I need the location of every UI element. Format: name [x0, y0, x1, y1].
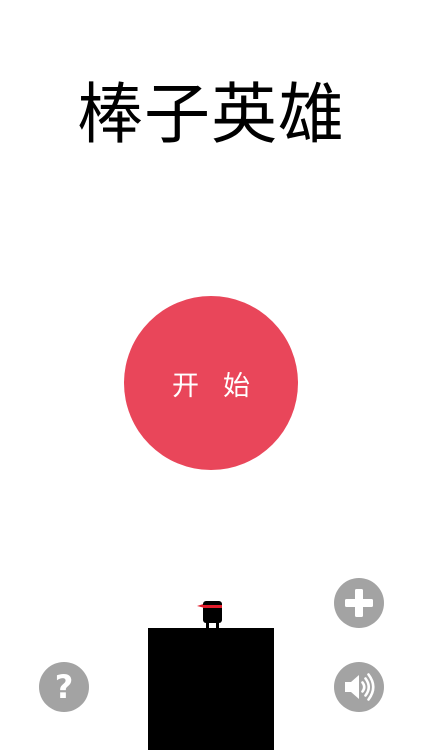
plus-icon [345, 589, 373, 617]
add-button[interactable] [334, 578, 384, 628]
pillar-platform [148, 628, 274, 750]
game-title: 棒子英雄 [77, 76, 345, 153]
speaker-icon [345, 673, 375, 701]
start-button[interactable]: 开始 [124, 296, 298, 470]
sound-button[interactable] [334, 662, 384, 712]
question-mark-icon: ? [54, 668, 74, 706]
stick-hero-character [197, 601, 222, 629]
help-button[interactable]: ? [39, 662, 89, 712]
